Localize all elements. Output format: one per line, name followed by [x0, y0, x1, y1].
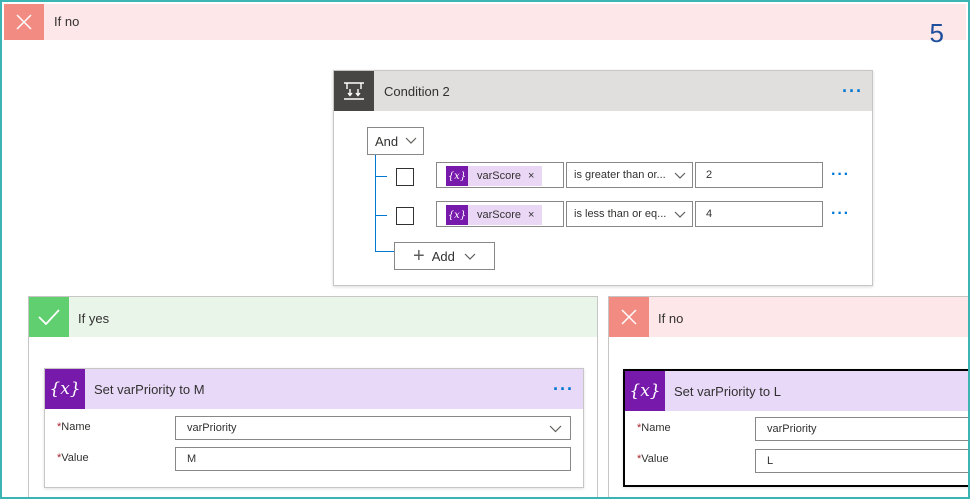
chevron-down-icon [674, 172, 686, 179]
name-select-no[interactable]: varPriority [755, 417, 970, 441]
value-input-yes[interactable]: M [175, 447, 571, 471]
action-title-no: Set varPriority to L [674, 384, 781, 399]
condition-header[interactable]: Condition 2 ··· [334, 71, 872, 111]
variable-icon: {x} [446, 166, 468, 186]
row-1-checkbox[interactable] [396, 168, 414, 186]
variable-icon: {x} [45, 369, 85, 409]
name-select-yes[interactable]: varPriority [175, 416, 571, 440]
set-variable-action-yes: {x} Set varPriority to M ··· *Name varPr… [44, 368, 584, 488]
row-1-left-operand[interactable]: {x} varScore × [436, 162, 564, 188]
top-if-no-label: If no [54, 14, 80, 29]
group-operator-select[interactable]: And [367, 127, 424, 155]
add-button[interactable]: + Add [394, 242, 495, 270]
row-1-operator-value: is greater than or... [574, 169, 666, 181]
chevron-down-icon [674, 211, 686, 218]
row-1-more-menu[interactable]: ··· [831, 167, 850, 183]
tree-line-row-1 [375, 176, 387, 177]
group-operator-value: And [375, 134, 399, 149]
row-2-left-operand[interactable]: {x} varScore × [436, 201, 564, 227]
name-label-no: *Name [637, 422, 671, 434]
if-yes-header[interactable]: If yes [29, 297, 597, 337]
condition-icon [334, 71, 374, 111]
tree-line-add [375, 251, 394, 252]
condition-card: Condition 2 ··· And {x} varScore × is gr… [333, 70, 873, 286]
value-label-yes: *Value [57, 452, 89, 464]
row-2-token-name: varScore [477, 209, 522, 221]
plus-icon: + [413, 245, 425, 267]
close-icon [4, 4, 44, 40]
row-2-token-remove-icon[interactable]: × [528, 209, 534, 221]
top-if-no-banner[interactable]: If no [4, 4, 966, 40]
add-label: Add [431, 248, 455, 264]
action-more-menu-yes[interactable]: ··· [553, 380, 574, 398]
if-yes-label: If yes [78, 311, 110, 326]
row-2-variable-token: {x} varScore × [446, 205, 543, 225]
row-1-token-remove-icon[interactable]: × [528, 170, 534, 182]
if-no-header[interactable]: If no [609, 297, 970, 337]
variable-icon: {x} [625, 371, 665, 411]
tree-line-vertical [375, 155, 376, 251]
if-yes-branch: If yes {x} Set varPriority to M ··· *Nam… [28, 296, 598, 499]
chevron-down-icon [464, 253, 476, 260]
row-2-checkbox[interactable] [396, 207, 414, 225]
row-2-operator-select[interactable]: is less than or eq... [566, 201, 693, 227]
row-1-variable-token: {x} varScore × [446, 166, 543, 186]
row-1-operator-select[interactable]: is greater than or... [566, 162, 693, 188]
name-value-no: varPriority [767, 423, 817, 435]
row-1-value-input[interactable]: 2 [695, 162, 823, 188]
name-value-yes: varPriority [187, 422, 237, 434]
row-2-operator-value: is less than or eq... [574, 208, 667, 220]
condition-more-menu[interactable]: ··· [842, 82, 863, 100]
chevron-down-icon [549, 425, 562, 433]
if-no-branch: If no {x} Set varPriority to L *Name var… [608, 296, 970, 499]
set-variable-action-no: {x} Set varPriority to L *Name varPriori… [623, 369, 970, 487]
variable-icon: {x} [446, 205, 468, 225]
name-label-yes: *Name [57, 421, 91, 433]
row-2-more-menu[interactable]: ··· [831, 206, 850, 222]
action-title-yes: Set varPriority to M [94, 382, 205, 397]
step-number: 5 [929, 18, 944, 48]
chevron-down-icon [405, 137, 417, 144]
condition-title: Condition 2 [384, 84, 450, 99]
if-no-label: If no [658, 311, 684, 326]
row-1-token-name: varScore [477, 170, 522, 182]
close-icon [609, 297, 649, 337]
value-input-no[interactable]: L [755, 449, 970, 473]
action-header-yes[interactable]: {x} Set varPriority to M ··· [45, 369, 583, 409]
check-icon [29, 297, 69, 337]
value-label-no: *Value [637, 453, 669, 465]
tree-line-row-2 [375, 215, 387, 216]
action-header-no[interactable]: {x} Set varPriority to L [625, 371, 970, 411]
row-2-value-input[interactable]: 4 [695, 201, 823, 227]
